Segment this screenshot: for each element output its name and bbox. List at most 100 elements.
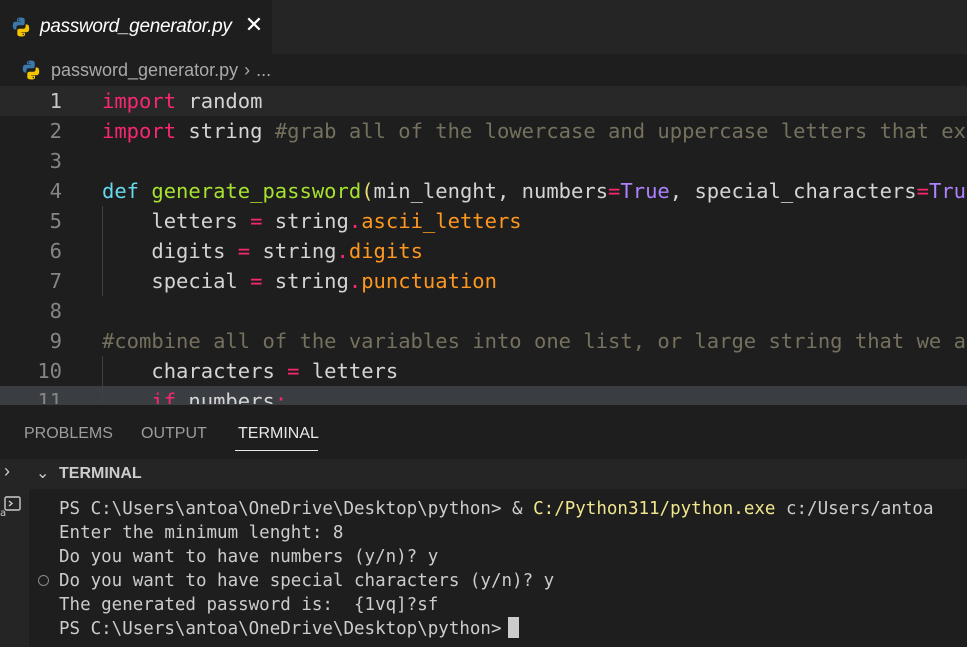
code-token: #combine all of the variables into one l… — [102, 329, 966, 353]
code-text: special = string.punctuation — [102, 266, 497, 296]
code-token: digits — [102, 239, 238, 263]
line-number: 5 — [49, 209, 62, 233]
code-text: import random — [102, 86, 262, 116]
line-number: 7 — [49, 269, 62, 293]
code-token: ascii_letters — [361, 209, 522, 233]
code-token: ( — [361, 179, 374, 203]
terminal-line: Enter the minimum lenght: 8 — [59, 521, 934, 545]
code-token: random — [176, 89, 263, 113]
code-token: = — [916, 179, 929, 203]
code-text: def generate_password(min_lenght, number… — [102, 176, 966, 206]
code-line[interactable]: 1 import random — [0, 86, 967, 116]
code-token: numbers — [176, 389, 275, 404]
code-text: digits = string.digits — [102, 236, 423, 266]
python-icon — [12, 17, 30, 37]
code-token: = — [608, 179, 621, 203]
code-token: . — [336, 239, 349, 263]
line-number: 8 — [49, 299, 62, 323]
terminal-section-title: TERMINAL — [59, 465, 142, 482]
chevron-down-icon[interactable]: ⌄ — [36, 463, 49, 483]
close-icon[interactable]: ✕ — [243, 14, 265, 36]
code-text: if numbers: — [102, 386, 287, 404]
chevron-right-icon[interactable]: › — [4, 461, 10, 482]
code-line[interactable]: 3 — [0, 146, 967, 176]
line-number: 10 — [37, 359, 62, 383]
code-token: import — [102, 119, 177, 143]
tab-bar: password_generator.py ✕ — [0, 0, 967, 54]
python-icon — [22, 60, 40, 80]
terminal-line: Do you want to have special characters (… — [59, 569, 934, 593]
line-number: 3 — [49, 149, 62, 173]
line-number: 9 — [49, 329, 62, 353]
terminal-text: C:/Python311/python.exe — [533, 499, 776, 519]
tab-title: password_generator.py — [40, 16, 232, 37]
tab-problems[interactable]: PROBLEMS — [24, 425, 113, 443]
chevron-right-icon: › — [244, 59, 251, 80]
code-line[interactable]: 2 import string #grab all of the lowercas… — [0, 116, 967, 146]
code-token: string — [176, 119, 275, 143]
code-editor[interactable]: 11 if numbers: 10 characters = letters 9 #c… — [0, 86, 967, 404]
code-line[interactable]: 6 digits = string.digits — [0, 236, 967, 266]
terminal-output[interactable]: PS C:\Users\antoa\OneDrive\Desktop\pytho… — [59, 497, 934, 641]
breadcrumb-file[interactable]: password_generator.py — [51, 60, 238, 81]
indent-guide — [102, 206, 103, 296]
code-token: string — [262, 269, 349, 293]
terminal-line: PS C:\Users\antoa\OneDrive\Desktop\pytho… — [59, 617, 934, 641]
code-line[interactable]: 11 if numbers: — [0, 386, 967, 404]
code-line[interactable]: 10 characters = letters — [0, 356, 967, 386]
code-token: digits — [348, 239, 423, 263]
code-token: , special_characters — [669, 179, 917, 203]
terminal-text: Enter the minimum lenght: 8 — [59, 523, 344, 543]
terminal-line: PS C:\Users\antoa\OneDrive\Desktop\pytho… — [59, 497, 934, 521]
terminal-line: The generated password is: {1vq]?sf — [59, 593, 934, 617]
line-number: 2 — [49, 119, 62, 143]
terminal-text: PS C:\Users\antoa\OneDrive\Desktop\pytho… — [59, 619, 502, 639]
terminal-icon[interactable]: a — [0, 495, 22, 517]
code-token: . — [348, 269, 362, 293]
code-token: . — [348, 209, 362, 233]
line-number: 6 — [49, 239, 62, 263]
code-token: punctuation — [361, 269, 497, 293]
code-token: True — [620, 179, 670, 203]
code-token: if — [151, 389, 177, 404]
code-text: characters = letters — [102, 356, 398, 386]
code-text: #combine all of the variables into one l… — [102, 326, 966, 356]
code-token: generate_password — [151, 179, 362, 203]
code-token: : — [274, 389, 288, 404]
code-text: letters = string.ascii_letters — [102, 206, 522, 236]
indent-guide — [102, 356, 103, 404]
line-number: 11 — [37, 389, 62, 404]
code-line[interactable]: 7 special = string.punctuation — [0, 266, 967, 296]
code-token: letters — [299, 359, 399, 383]
code-token: def — [102, 179, 140, 203]
line-number: 1 — [49, 89, 62, 113]
code-line[interactable]: 8 — [0, 296, 967, 326]
terminal-text: Do you want to have numbers (y/n)? y — [59, 547, 439, 567]
tab-terminal[interactable]: TERMINAL — [238, 425, 319, 443]
svg-text:a: a — [0, 508, 6, 517]
breadcrumb-more[interactable]: ... — [256, 60, 271, 81]
code-token: = — [250, 209, 263, 233]
terminal-text: The generated password is: {1vq]?sf — [59, 595, 439, 615]
code-token: string — [250, 239, 337, 263]
code-line[interactable]: 9 #combine all of the variables into one … — [0, 326, 967, 356]
command-decoration-icon[interactable] — [38, 575, 49, 586]
code-text: import string #grab all of the lowercase… — [102, 116, 966, 146]
code-token: special — [102, 269, 251, 293]
code-line[interactable]: 5 letters = string.ascii_letters — [0, 206, 967, 236]
breadcrumb: password_generator.py › ... — [0, 54, 967, 86]
code-token: #grab all of the lowercase and uppercase… — [274, 119, 966, 143]
code-token: = — [250, 269, 263, 293]
tab-output[interactable]: OUTPUT — [141, 425, 207, 443]
terminal-section-header[interactable] — [29, 459, 967, 489]
tab-password-generator[interactable]: password_generator.py ✕ — [0, 0, 272, 54]
terminal-text: Do you want to have special characters (… — [59, 571, 555, 591]
terminal-line: Do you want to have numbers (y/n)? y — [59, 545, 934, 569]
code-token: = — [237, 239, 251, 263]
terminal-cursor — [507, 617, 519, 638]
code-token: Tru — [928, 179, 966, 203]
terminal-text: PS C:\Users\antoa\OneDrive\Desktop\pytho… — [59, 499, 534, 519]
code-line[interactable]: 4 def generate_password(min_lenght, numbe… — [0, 176, 967, 206]
active-tab-indicator — [235, 450, 318, 451]
